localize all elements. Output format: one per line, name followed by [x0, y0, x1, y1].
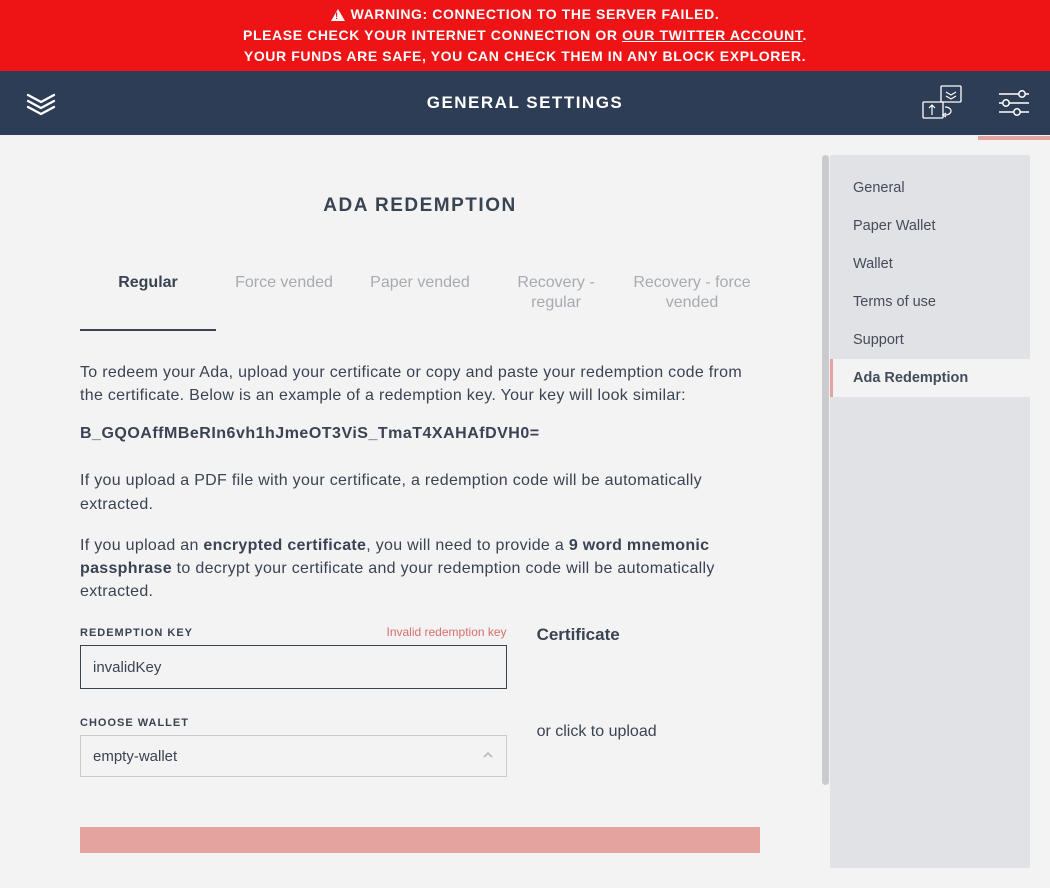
twitter-link[interactable]: OUR TWITTER ACCOUNT: [622, 27, 802, 43]
scrollbar-thumb[interactable]: [822, 155, 829, 785]
warning-line-2-prefix: PLEASE CHECK YOUR INTERNET CONNECTION OR: [243, 27, 622, 43]
settings-icon[interactable]: [978, 71, 1050, 135]
redemption-key-label: REDEMPTION KEY: [80, 627, 193, 639]
redemption-tabs: Regular Force vended Paper vended Recove…: [80, 267, 760, 331]
sidebar-item-general[interactable]: General: [830, 169, 1030, 207]
app-header: GENERAL SETTINGS: [0, 71, 1050, 135]
chevron-up-icon: [482, 748, 494, 764]
section-heading: ADA REDEMPTION: [80, 195, 760, 217]
sidebar-item-support[interactable]: Support: [830, 321, 1030, 359]
choose-wallet-value: empty-wallet: [93, 748, 177, 765]
certificate-upload-zone[interactable]: Certificate or click to upload: [537, 625, 760, 777]
sidebar-item-wallet[interactable]: Wallet: [830, 245, 1030, 283]
scrollbar[interactable]: [821, 155, 830, 868]
main-content: ADA REDEMPTION Regular Force vended Pape…: [20, 155, 820, 868]
redemption-key-error: Invalid redemption key: [386, 625, 506, 639]
choose-wallet-label: CHOOSE WALLET: [80, 717, 507, 729]
warning-line-3: YOUR FUNDS ARE SAFE, YOU CAN CHECK THEM …: [20, 46, 1030, 67]
tab-force-vended[interactable]: Force vended: [216, 267, 352, 331]
transactions-icon[interactable]: [906, 71, 978, 135]
sidebar-item-ada-redemption[interactable]: Ada Redemption: [830, 359, 1030, 397]
tab-regular[interactable]: Regular: [80, 267, 216, 331]
choose-wallet-select[interactable]: empty-wallet: [80, 735, 507, 777]
tab-recovery-regular[interactable]: Recovery - regular: [488, 267, 624, 331]
page-title: GENERAL SETTINGS: [0, 93, 1050, 113]
warning-line-1: WARNING: CONNECTION TO THE SERVER FAILED…: [351, 4, 720, 25]
sidebar-item-terms[interactable]: Terms of use: [830, 283, 1030, 321]
connection-warning-banner: WARNING: CONNECTION TO THE SERVER FAILED…: [0, 0, 1050, 71]
example-key: B_GQOAffMBeRIn6vh1hJmeOT3ViS_TmaT4XAHAfD…: [80, 425, 760, 443]
warning-icon: [331, 9, 345, 21]
tab-paper-vended[interactable]: Paper vended: [352, 267, 488, 331]
settings-sidebar: General Paper Wallet Wallet Terms of use…: [830, 155, 1030, 868]
tab-recovery-force-vended[interactable]: Recovery - force vended: [624, 267, 760, 331]
warning-line-2-suffix: .: [802, 27, 807, 43]
redemption-key-input[interactable]: [80, 645, 507, 689]
app-logo-icon[interactable]: [24, 87, 58, 121]
sidebar-item-paper-wallet[interactable]: Paper Wallet: [830, 207, 1030, 245]
intro-paragraph-3: If you upload an encrypted certificate, …: [80, 534, 760, 604]
submit-button[interactable]: [80, 827, 760, 853]
certificate-title: Certificate: [537, 625, 760, 645]
certificate-subtitle: or click to upload: [537, 723, 760, 741]
intro-paragraph-1: To redeem your Ada, upload your certific…: [80, 361, 760, 407]
intro-paragraph-2: If you upload a PDF file with your certi…: [80, 469, 760, 515]
